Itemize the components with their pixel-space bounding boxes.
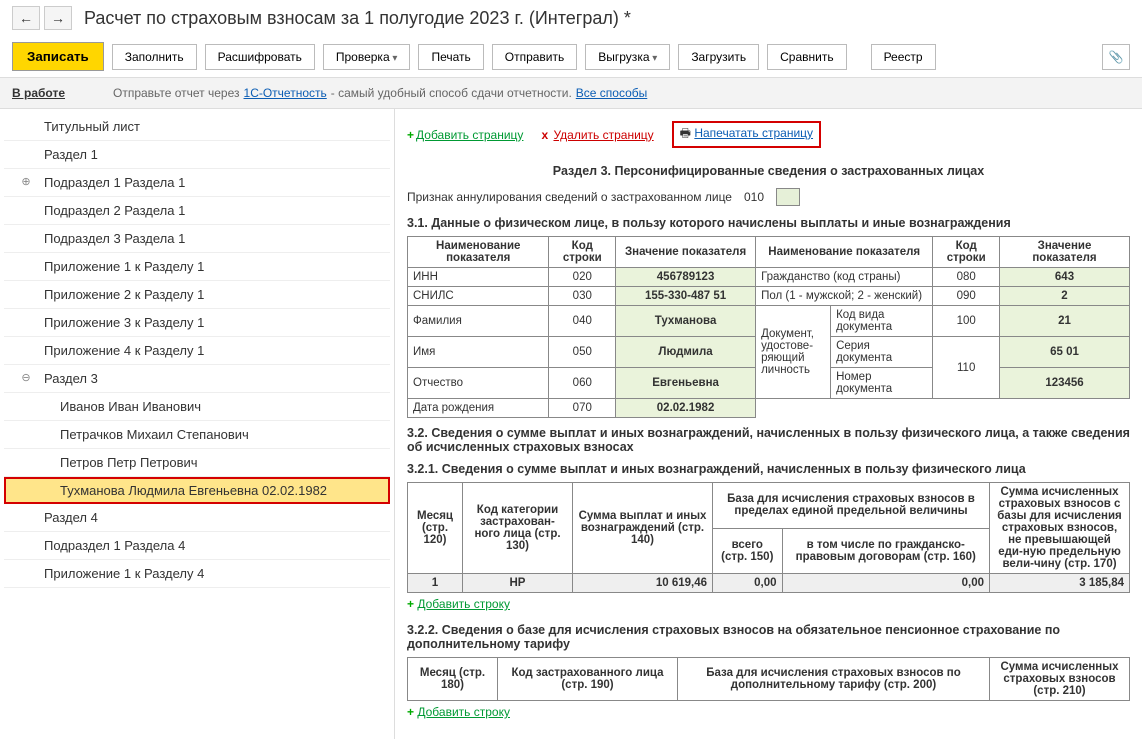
info-text-2: - самый удобный способ сдачи отчетности.: [331, 86, 572, 100]
annul-code: 010: [744, 190, 764, 204]
status-in-work[interactable]: В работе: [12, 86, 65, 100]
compare-button[interactable]: Сравнить: [767, 44, 846, 70]
h31: 3.1. Данные о физическом лице, в пользу …: [407, 216, 1130, 230]
annul-label: Признак аннулирования сведений о застрах…: [407, 190, 732, 204]
tree-app3[interactable]: Приложение 3 к Разделу 1: [4, 309, 390, 337]
fill-button[interactable]: Заполнить: [112, 44, 197, 70]
table-row[interactable]: 1 НР 10 619,46 0,00 0,00 3 185,84: [408, 574, 1130, 593]
add-page[interactable]: +Добавить страницу: [407, 128, 523, 142]
sidebar: Титульный лист Раздел 1 ⊕Подраздел 1 Раз…: [0, 109, 395, 739]
snils-value[interactable]: 155-330-487 51: [616, 287, 756, 306]
tree-app4-1[interactable]: Приложение 1 к Разделу 4: [4, 560, 390, 588]
fam-value[interactable]: Тухманова: [616, 306, 756, 337]
section3-title: Раздел 3. Персонифицированные сведения о…: [407, 164, 1130, 178]
tree-person-tukhmanova[interactable]: Тухманова Людмила Евгеньевна 02.02.1982: [4, 477, 390, 504]
forward-button[interactable]: →: [44, 6, 72, 30]
tree-app1[interactable]: Приложение 1 к Разделу 1: [4, 253, 390, 281]
table-322: Месяц (стр. 180) Код застрахованного лиц…: [407, 657, 1130, 701]
check-button[interactable]: Проверка: [323, 44, 411, 70]
tree-sub1-2[interactable]: Подраздел 2 Раздела 1: [4, 197, 390, 225]
page-title: Расчет по страховым взносам за 1 полугод…: [84, 8, 631, 29]
export-button[interactable]: Выгрузка: [585, 44, 670, 70]
print-button[interactable]: Печать: [418, 44, 483, 70]
decrypt-button[interactable]: Расшифровать: [205, 44, 315, 70]
tree-section4[interactable]: Раздел 4: [4, 504, 390, 532]
tree-app2[interactable]: Приложение 2 к Разделу 1: [4, 281, 390, 309]
tree-title-page[interactable]: Титульный лист: [4, 113, 390, 141]
add-row-322[interactable]: + Добавить строку: [407, 705, 1130, 719]
dob-value[interactable]: 02.02.1982: [616, 399, 756, 418]
h32: 3.2. Сведения о сумме выплат и иных возн…: [407, 426, 1130, 454]
doc-num-value[interactable]: 123456: [1000, 368, 1130, 399]
expand-icon[interactable]: ⊕: [20, 175, 32, 188]
delete-page[interactable]: x Удалить страницу: [541, 128, 653, 142]
table-321: Месяц (стр. 120) Код категории застрахов…: [407, 482, 1130, 593]
doc-ser-value[interactable]: 65 01: [1000, 337, 1130, 368]
attachment-icon[interactable]: 📎: [1102, 44, 1130, 70]
link-all-ways[interactable]: Все способы: [576, 86, 648, 100]
patr-value[interactable]: Евгеньевна: [616, 368, 756, 399]
h322: 3.2.2. Сведения о базе для исчисления ст…: [407, 623, 1130, 651]
info-text: Отправьте отчет через: [113, 86, 240, 100]
content-area: +Добавить страницу x Удалить страницу 🖶 …: [395, 109, 1142, 739]
tree-person-ivanov[interactable]: Иванов Иван Иванович: [4, 393, 390, 421]
registry-button[interactable]: Реестр: [871, 44, 936, 70]
tree-sub1-1[interactable]: ⊕Подраздел 1 Раздела 1: [4, 169, 390, 197]
table-31: Наименование показателя Код строки Значе…: [407, 236, 1130, 418]
tree-person-petrachkov[interactable]: Петрачков Михаил Степанович: [4, 421, 390, 449]
print-page[interactable]: 🖶 Напечатать страницу: [672, 121, 821, 148]
annul-checkbox[interactable]: [776, 188, 800, 206]
tree-person-petrov[interactable]: Петров Петр Петрович: [4, 449, 390, 477]
send-button[interactable]: Отправить: [492, 44, 578, 70]
inn-value[interactable]: 456789123: [616, 268, 756, 287]
citiz-value[interactable]: 643: [1000, 268, 1130, 287]
h321: 3.2.1. Сведения о сумме выплат и иных во…: [407, 462, 1130, 476]
link-1c[interactable]: 1С-Отчетность: [244, 86, 327, 100]
tree-section1[interactable]: Раздел 1: [4, 141, 390, 169]
print-icon: 🖶: [680, 126, 691, 140]
doc-kind-value[interactable]: 21: [1000, 306, 1130, 337]
tree-sub1-3[interactable]: Подраздел 3 Раздела 1: [4, 225, 390, 253]
write-button[interactable]: Записать: [12, 42, 104, 71]
tree-section3[interactable]: ⊖Раздел 3: [4, 365, 390, 393]
add-row-321[interactable]: + Добавить строку: [407, 597, 1130, 611]
name-value[interactable]: Людмила: [616, 337, 756, 368]
load-button[interactable]: Загрузить: [678, 44, 759, 70]
back-button[interactable]: ←: [12, 6, 40, 30]
sex-value[interactable]: 2: [1000, 287, 1130, 306]
collapse-icon[interactable]: ⊖: [20, 371, 32, 384]
tree-sub4-1[interactable]: Подраздел 1 Раздела 4: [4, 532, 390, 560]
tree-app4[interactable]: Приложение 4 к Разделу 1: [4, 337, 390, 365]
